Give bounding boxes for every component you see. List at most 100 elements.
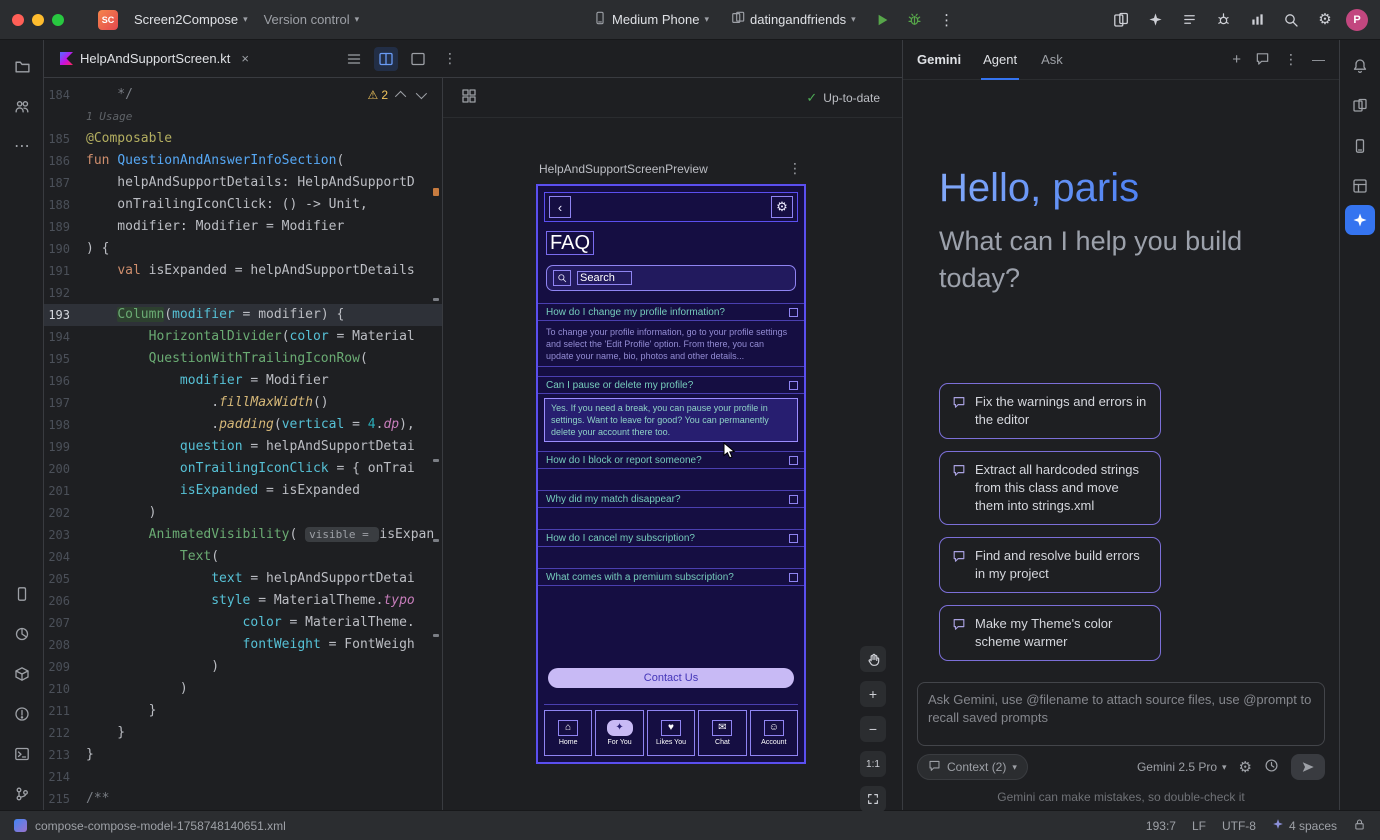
warning-stripe-mark[interactable] [433, 188, 439, 196]
zoom-out-button[interactable]: − [860, 716, 886, 742]
stripe-mark[interactable] [433, 298, 439, 301]
close-window-button[interactable] [12, 14, 24, 26]
profiler-icon[interactable] [1244, 7, 1270, 33]
running-devices-icon[interactable] [8, 580, 36, 608]
prompt-history-icon[interactable] [1264, 758, 1279, 776]
profiler-tool-icon[interactable] [8, 620, 36, 648]
preview-name-label[interactable]: HelpAndSupportScreenPreview [539, 162, 708, 176]
code-view-icon[interactable] [342, 47, 366, 71]
run-configuration-selector[interactable]: datingandfriends ▾ [723, 7, 864, 32]
code-line[interactable]: 214 [44, 766, 442, 788]
stripe-mark[interactable] [433, 459, 439, 462]
code-line[interactable]: 211 } [44, 700, 442, 722]
inspections-widget[interactable]: ⚠ 2 [364, 86, 428, 104]
nav-item-account[interactable]: ☺Account [750, 710, 798, 756]
expand-icon[interactable] [789, 308, 798, 317]
split-view-icon[interactable] [374, 47, 398, 71]
chat-history-icon[interactable] [1255, 51, 1270, 69]
code-line[interactable]: 207 color = MaterialTheme. [44, 612, 442, 634]
preview-faq-question[interactable]: Why did my match disappear? [538, 490, 804, 508]
code-line[interactable]: 191 val isExpanded = helpAndSupportDetai… [44, 260, 442, 282]
more-actions-icon[interactable]: ⋮ [934, 7, 960, 33]
pull-requests-icon[interactable] [8, 92, 36, 120]
indent-widget[interactable]: 4 spaces [1272, 818, 1337, 833]
gemini-prompt-input[interactable]: Ask Gemini, use @filename to attach sour… [917, 682, 1325, 746]
settings-gear-button[interactable]: ⚙ [771, 196, 793, 218]
gemini-tool-icon[interactable] [1345, 205, 1375, 235]
code-line[interactable]: 213} [44, 744, 442, 766]
nav-item-chat[interactable]: ✉Chat [698, 710, 746, 756]
pan-tool-icon[interactable] [860, 646, 886, 672]
preview-search-bar[interactable]: Search [546, 265, 796, 291]
project-tool-icon[interactable] [8, 52, 36, 80]
running-devices-panel-icon[interactable] [1346, 132, 1374, 160]
tab-agent[interactable]: Agent [981, 40, 1019, 80]
code-line[interactable]: 193 Column(modifier = modifier) { [44, 304, 442, 326]
expand-icon[interactable] [789, 573, 798, 582]
caret-position[interactable]: 193:7 [1146, 819, 1176, 833]
contact-us-button[interactable]: Contact Us [548, 668, 794, 688]
resource-manager-icon[interactable] [1346, 172, 1374, 200]
file-encoding[interactable]: UTF-8 [1222, 819, 1256, 833]
preview-faq-question[interactable]: How do I cancel my subscription? [538, 529, 804, 547]
model-selector[interactable]: Gemini 2.5 Pro ▾ [1137, 760, 1227, 774]
code-line[interactable]: 205 text = helpAndSupportDetai [44, 568, 442, 590]
code-line[interactable]: 199 question = helpAndSupportDetai [44, 436, 442, 458]
close-tab-icon[interactable]: × [241, 51, 249, 66]
code-line[interactable]: 203 AnimatedVisibility( visible = isExpa… [44, 524, 442, 546]
expand-icon[interactable] [789, 381, 798, 390]
code-line[interactable]: 196 modifier = Modifier [44, 370, 442, 392]
stripe-mark[interactable] [433, 539, 439, 542]
maximize-window-button[interactable] [52, 14, 64, 26]
code-editor[interactable]: ⚠ 2 184 */1 Usage185@Composable186fun Qu… [44, 78, 443, 810]
preview-faq-question[interactable]: How do I block or report someone? [538, 451, 804, 469]
hide-panel-icon[interactable]: — [1312, 52, 1325, 67]
lock-icon[interactable] [1353, 818, 1366, 834]
previous-issue-icon[interactable] [395, 91, 406, 102]
minimize-window-button[interactable] [32, 14, 44, 26]
code-line[interactable]: 1 Usage [44, 106, 442, 128]
next-issue-icon[interactable] [416, 88, 427, 99]
code-line[interactable]: 195 QuestionWithTrailingIconRow( [44, 348, 442, 370]
expand-icon[interactable] [789, 495, 798, 504]
code-line[interactable]: 204 Text( [44, 546, 442, 568]
run-button[interactable] [870, 7, 896, 33]
device-selector[interactable]: Medium Phone ▾ [585, 7, 717, 32]
zoom-to-fit-button[interactable] [860, 786, 886, 812]
version-control-menu[interactable]: Version control ▾ [256, 8, 368, 31]
code-line[interactable]: 209 ) [44, 656, 442, 678]
code-line[interactable]: 197 .fillMaxWidth() [44, 392, 442, 414]
preview-options-icon[interactable]: ⋮ [788, 160, 802, 177]
user-avatar[interactable]: P [1346, 9, 1368, 31]
expand-icon[interactable] [789, 534, 798, 543]
code-line[interactable]: 187 helpAndSupportDetails: HelpAndSuppor… [44, 172, 442, 194]
window-controls[interactable] [12, 14, 64, 26]
nav-item-for-you[interactable]: ✦For You [595, 710, 643, 756]
code-line[interactable]: 202 ) [44, 502, 442, 524]
status-file-name[interactable]: compose-compose-model-1758748140651.xml [35, 819, 286, 833]
panel-options-icon[interactable]: ⋮ [1284, 51, 1298, 68]
editor-tab[interactable]: HelpAndSupportScreen.kt × [44, 40, 259, 77]
new-chat-icon[interactable]: + [1232, 51, 1241, 68]
search-everywhere-icon[interactable] [1278, 7, 1304, 33]
problems-icon[interactable] [8, 700, 36, 728]
back-button[interactable]: ‹ [549, 196, 571, 218]
code-line[interactable]: 215/** [44, 788, 442, 810]
attach-debugger-icon[interactable] [1210, 7, 1236, 33]
preview-faq-question[interactable]: How do I change my profile information? [538, 303, 804, 321]
device-manager-icon[interactable] [1346, 92, 1374, 120]
gemini-settings-icon[interactable]: ⚙ [1239, 760, 1252, 775]
gemini-suggestion-card[interactable]: Fix the warnings and errors in the edito… [939, 383, 1161, 439]
zoom-actual-button[interactable]: 1:1 [860, 751, 886, 777]
device-mirroring-icon[interactable] [1108, 7, 1134, 33]
preview-faq-question[interactable]: What comes with a premium subscription? [538, 568, 804, 586]
code-line[interactable]: 185@Composable [44, 128, 442, 150]
code-line[interactable]: 198 .padding(vertical = 4.dp), [44, 414, 442, 436]
context-chip[interactable]: Context (2) ▾ [917, 754, 1028, 780]
task-list-icon[interactable] [1176, 7, 1202, 33]
gemini-suggestion-card[interactable]: Extract all hardcoded strings from this … [939, 451, 1161, 525]
terminal-icon[interactable] [8, 740, 36, 768]
code-line[interactable]: 188 onTrailingIconClick: () -> Unit, [44, 194, 442, 216]
tab-ask[interactable]: Ask [1039, 40, 1065, 80]
code-line[interactable]: 190) { [44, 238, 442, 260]
